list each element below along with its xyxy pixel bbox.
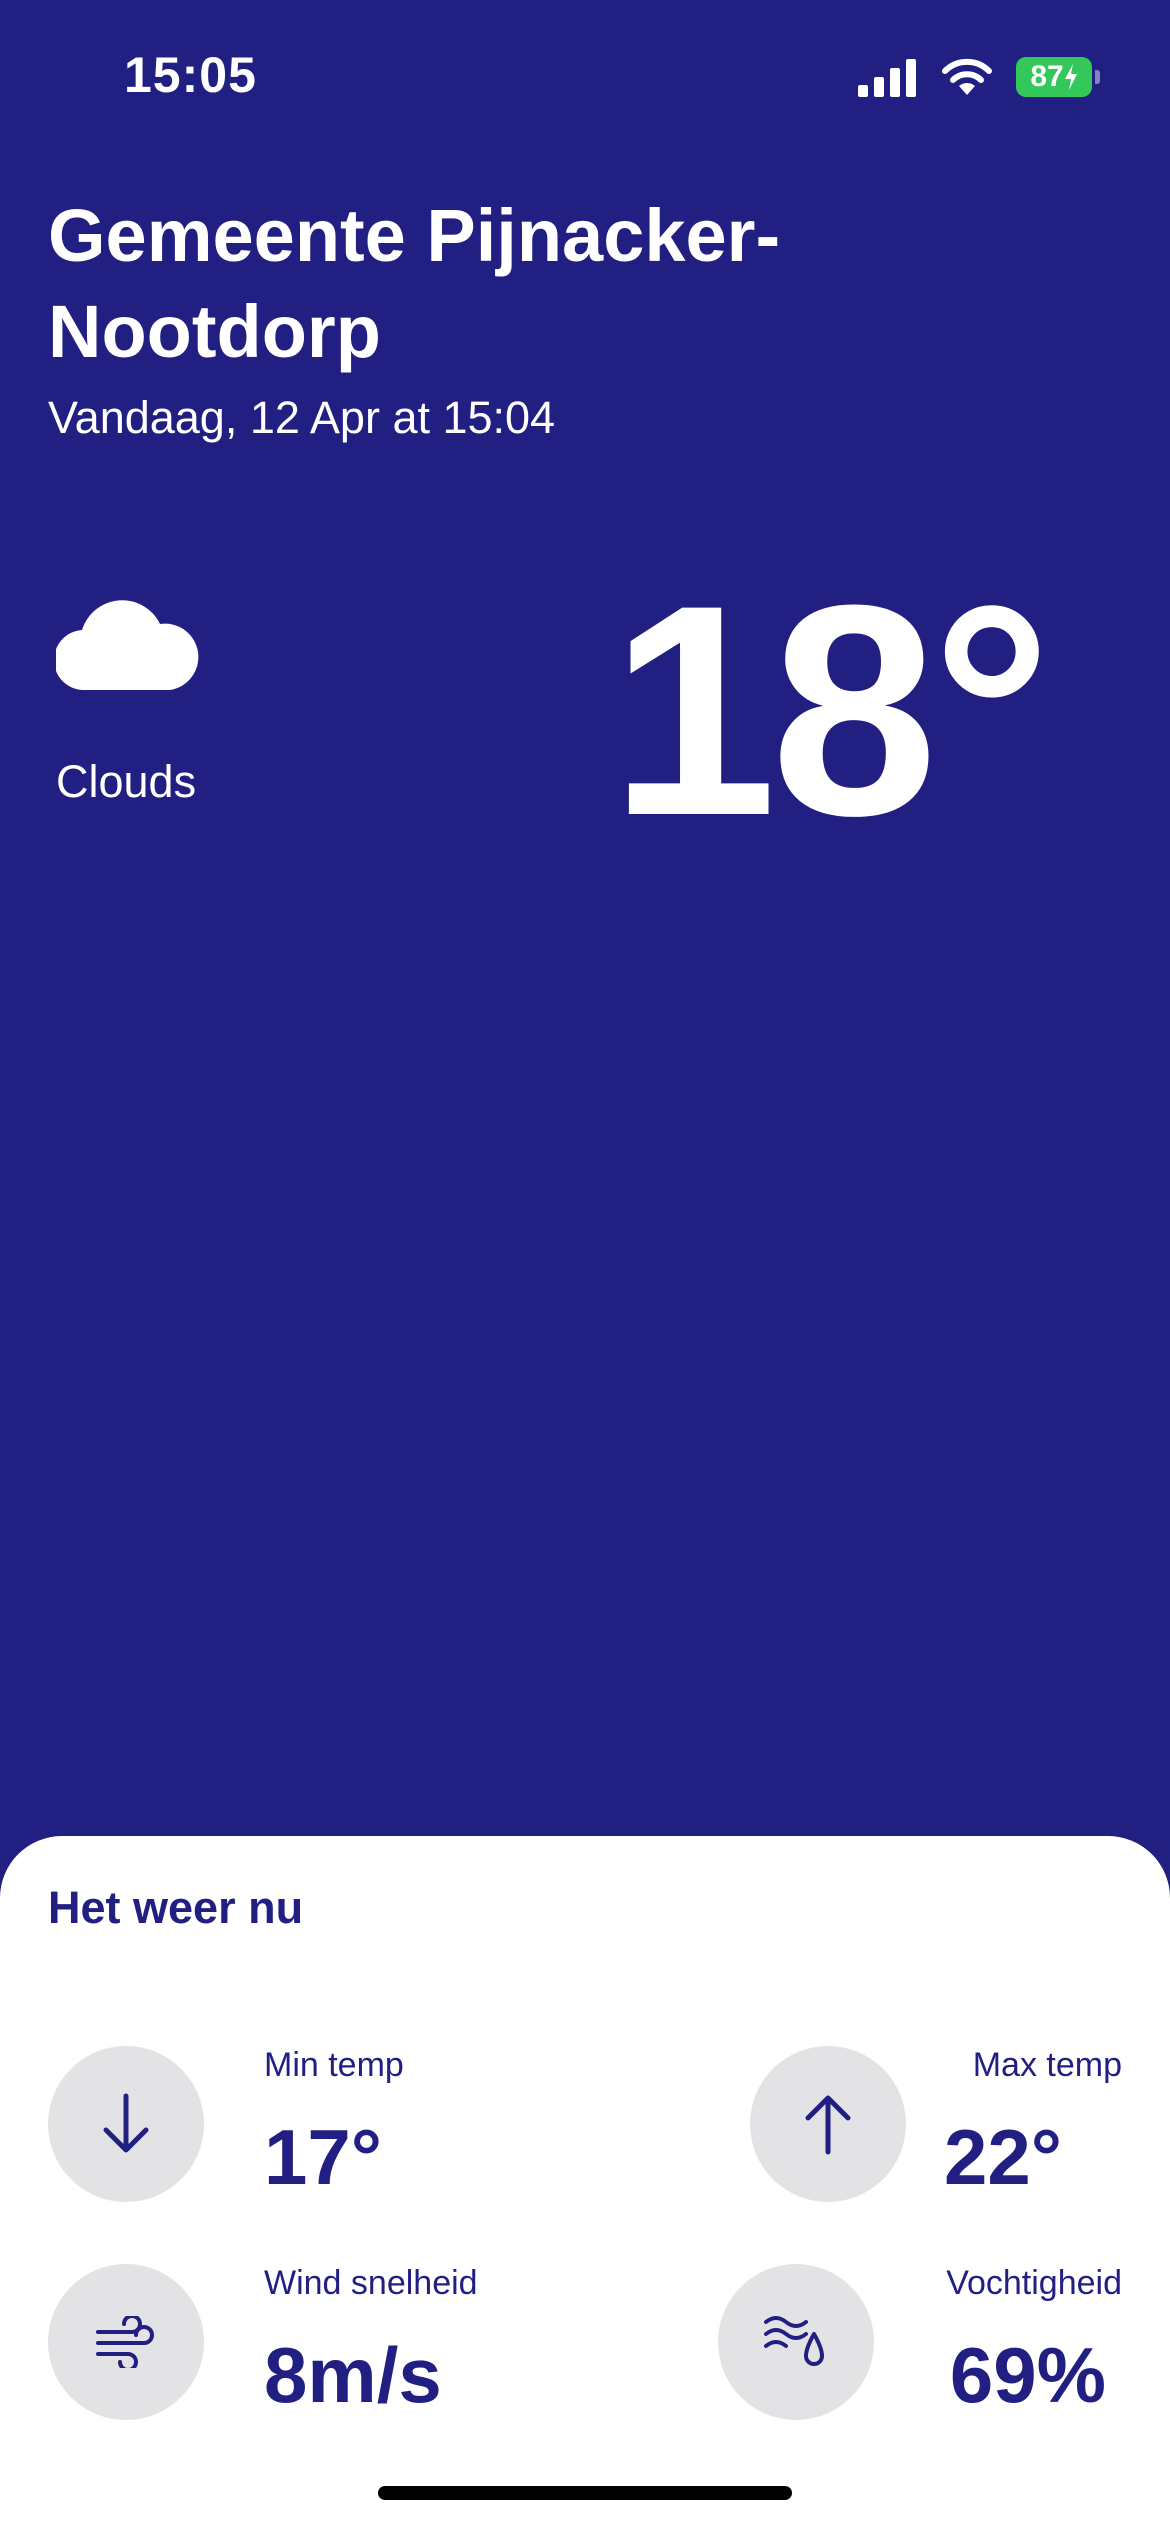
- home-indicator[interactable]: [378, 2486, 792, 2500]
- wind-speed-label: Wind snelheid: [264, 2264, 478, 2302]
- status-time: 15:05: [124, 47, 257, 103]
- cellular-signal-icon: [858, 59, 916, 97]
- arrow-down-icon: [103, 2093, 149, 2153]
- arrow-up-icon: [805, 2095, 851, 2155]
- humidity-label: Vochtigheid: [946, 2264, 1122, 2302]
- max-temp-label: Max temp: [972, 2046, 1122, 2084]
- updated-timestamp: Vandaag, 12 Apr at 15:04: [48, 392, 556, 443]
- weather-condition: Clouds: [56, 756, 197, 807]
- cloud-icon: [56, 600, 199, 690]
- weather-screen: 15:05 87 Gemeente Pijnacker-Nootdorp Van…: [0, 0, 1170, 2532]
- max-temp-icon-circle: [750, 2046, 906, 2202]
- battery-level: 87: [1030, 60, 1064, 93]
- min-temp-value: 17°: [264, 2113, 382, 2201]
- humidity-icon-circle: [718, 2264, 874, 2420]
- status-icons: 87: [858, 54, 1100, 100]
- details-title: Het weer nu: [48, 1882, 304, 1933]
- charging-bolt-icon: [1064, 64, 1077, 90]
- battery-indicator: 87: [1016, 57, 1100, 97]
- current-temperature: 18°: [610, 542, 1052, 878]
- humidity-icon: [764, 2316, 824, 2366]
- min-temp-label: Min temp: [264, 2046, 404, 2084]
- max-temp-value: 22°: [944, 2113, 1062, 2201]
- location-title: Gemeente Pijnacker-Nootdorp: [48, 194, 781, 373]
- wind-icon: [96, 2316, 154, 2368]
- wind-icon-circle: [48, 2264, 204, 2420]
- wind-speed-value: 8m/s: [264, 2331, 442, 2419]
- wifi-icon: [942, 58, 992, 95]
- humidity-value: 69%: [949, 2331, 1106, 2419]
- min-temp-icon-circle: [48, 2046, 204, 2202]
